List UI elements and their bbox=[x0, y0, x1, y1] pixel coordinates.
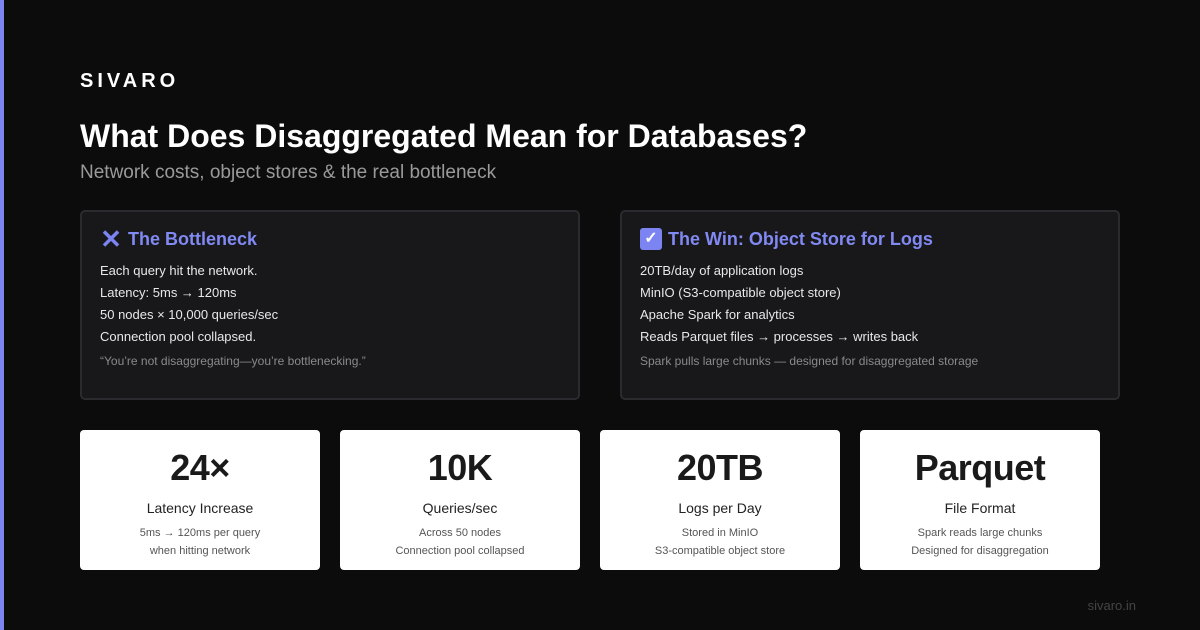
stat-detail-line: 5ms → 120ms per query bbox=[139, 527, 261, 539]
stat-detail-line: Across 50 nodes bbox=[419, 527, 501, 539]
page-title: What Does Disaggregated Mean for Databas… bbox=[80, 118, 808, 154]
panel-note: “You’re not disaggregating—you’re bottle… bbox=[100, 354, 366, 368]
panel-header: ✓ The Win: Object Store for Logs bbox=[640, 228, 1100, 250]
panel-note: Spark pulls large chunks — designed for … bbox=[640, 354, 979, 368]
panel-line: 50 nodes × 10,000 queries/sec bbox=[100, 307, 279, 322]
accent-bar bbox=[0, 0, 4, 630]
stat-card-format: Parquet File Format Spark reads large ch… bbox=[860, 430, 1100, 570]
stat-value: 24× bbox=[170, 447, 230, 488]
panel-line: Reads Parquet files → processes → writes… bbox=[640, 329, 919, 344]
panel-header: ✕ The Bottleneck bbox=[100, 224, 560, 254]
panel-line: Apache Spark for analytics bbox=[640, 307, 795, 322]
stat-detail: 5ms → 120ms per query when hitting netwo… bbox=[80, 524, 320, 560]
stat-label: File Format bbox=[944, 500, 1016, 516]
stat-value: 20TB bbox=[676, 447, 764, 488]
stat-value: 10K bbox=[427, 447, 493, 488]
cross-mark-icon: ✕ bbox=[100, 224, 122, 254]
object-store-panel: ✓ The Win: Object Store for Logs 20TB/da… bbox=[620, 210, 1120, 400]
stat-detail-line: when hitting network bbox=[149, 545, 251, 557]
stat-label: Logs per Day bbox=[678, 500, 762, 516]
stat-detail-line: Designed for disaggregation bbox=[911, 545, 1049, 557]
stat-detail-line: Connection pool collapsed bbox=[395, 545, 525, 557]
stat-detail-line: Stored in MinIO bbox=[681, 527, 759, 539]
panel-line: MinIO (S3-compatible object store) bbox=[640, 285, 841, 300]
stat-detail: Spark reads large chunks Designed for di… bbox=[860, 524, 1100, 560]
stat-card-queries: 10K Queries/sec Across 50 nodes Connecti… bbox=[340, 430, 580, 570]
panel-line: Latency: 5ms → 120ms bbox=[100, 285, 237, 300]
stat-detail-line: Spark reads large chunks bbox=[917, 527, 1043, 539]
stat-label: Latency Increase bbox=[146, 500, 254, 516]
page-subtitle: Network costs, object stores & the real … bbox=[80, 162, 497, 183]
panel-title: The Win: Object Store for Logs bbox=[668, 228, 933, 249]
check-box-icon: ✓ bbox=[640, 228, 662, 250]
bottleneck-panel: ✕ The Bottleneck Each query hit the netw… bbox=[80, 210, 580, 400]
panel-line: Each query hit the network. bbox=[100, 263, 258, 278]
brand-logo: SIVARO bbox=[80, 70, 180, 92]
footer-url: sivaro.in bbox=[1087, 598, 1136, 613]
panel-line: Connection pool collapsed. bbox=[100, 329, 257, 344]
panel-title: The Bottleneck bbox=[128, 228, 258, 249]
stat-label: Queries/sec bbox=[422, 500, 498, 516]
stat-value: Parquet bbox=[914, 447, 1046, 488]
stat-card-logs: 20TB Logs per Day Stored in MinIO S3-com… bbox=[600, 430, 840, 570]
stat-detail: Across 50 nodes Connection pool collapse… bbox=[340, 524, 580, 560]
stat-detail: Stored in MinIO S3-compatible object sto… bbox=[600, 524, 840, 560]
panel-line: 20TB/day of application logs bbox=[640, 263, 804, 278]
stat-detail-line: S3-compatible object store bbox=[654, 545, 786, 557]
stat-card-latency: 24× Latency Increase 5ms → 120ms per que… bbox=[80, 430, 320, 570]
